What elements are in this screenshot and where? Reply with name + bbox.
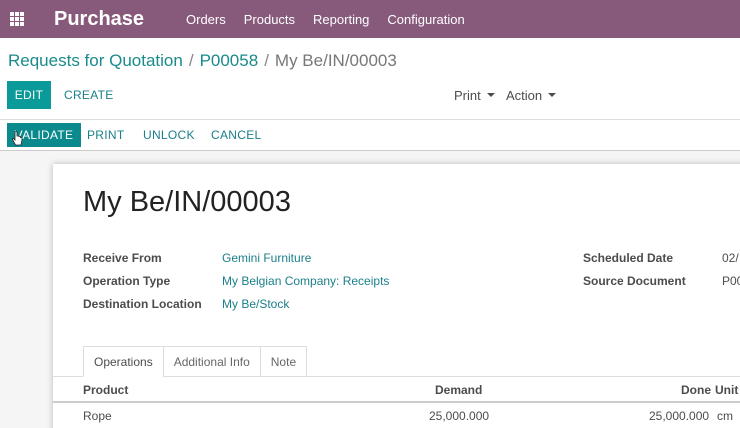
document-title: My Be/IN/00003	[83, 186, 291, 218]
column-header-unit[interactable]: Unit	[715, 383, 738, 397]
breadcrumb-po-link[interactable]: P00058	[200, 51, 259, 71]
breadcrumb-separator: /	[188, 51, 194, 70]
column-header-done[interactable]: Done	[681, 383, 711, 397]
control-panel: Requests for Quotation / P00058 / My Be/…	[0, 38, 740, 120]
cell-done: 25,000.000	[649, 409, 710, 423]
column-header-demand[interactable]: Demand	[435, 383, 482, 397]
column-header-product[interactable]: Product	[83, 383, 128, 397]
cell-unit: cm	[717, 409, 733, 423]
print-button[interactable]: PRINT	[87, 123, 125, 147]
caret-down-icon	[486, 93, 495, 97]
destination-location-field[interactable]: My Be/Stock	[222, 297, 289, 311]
breadcrumb: Requests for Quotation / P00058 / My Be/…	[8, 51, 397, 71]
menu-item-products[interactable]: Products	[244, 12, 295, 27]
scheduled-date-label: Scheduled Date	[583, 251, 674, 265]
main-menu: Orders Products Reporting Configuration	[186, 12, 483, 27]
form-sheet: My Be/IN/00003 Receive From Gemini Furni…	[53, 164, 740, 428]
cell-product: Rope	[83, 409, 112, 423]
action-dropdown-label: Action	[506, 87, 543, 103]
tab-operations[interactable]: Operations	[83, 346, 164, 377]
print-dropdown-label: Print	[454, 87, 481, 103]
breadcrumb-rfq-link[interactable]: Requests for Quotation	[8, 51, 183, 71]
receive-from-field[interactable]: Gemini Furniture	[222, 251, 311, 265]
operation-type-field[interactable]: My Belgian Company: Receipts	[222, 274, 389, 288]
top-navbar: Purchase Orders Products Reporting Confi…	[0, 0, 740, 38]
menu-item-configuration[interactable]: Configuration	[387, 12, 464, 27]
destination-location-label: Destination Location	[83, 297, 202, 311]
tab-note[interactable]: Note	[259, 346, 308, 377]
operations-table-header: Product Demand Done Unit	[53, 377, 740, 403]
notebook-tabs: Operations Additional Info Note	[83, 346, 308, 377]
caret-down-icon	[548, 93, 557, 97]
operation-type-label: Operation Type	[83, 274, 171, 288]
menu-item-orders[interactable]: Orders	[186, 12, 226, 27]
table-row[interactable]: Rope 25,000.000 25,000.000 cm	[53, 403, 740, 428]
scheduled-date-field[interactable]: 02/	[722, 251, 739, 265]
print-dropdown[interactable]: Print	[454, 81, 495, 109]
cell-demand: 25,000.000	[429, 409, 490, 423]
breadcrumb-separator: /	[264, 51, 269, 70]
receive-from-label: Receive From	[83, 251, 162, 265]
apps-grid-icon[interactable]	[2, 0, 32, 38]
edit-button[interactable]: EDIT	[7, 81, 51, 109]
status-bar: VALIDATE PRINT UNLOCK CANCEL	[0, 120, 740, 151]
action-dropdown[interactable]: Action	[506, 81, 557, 109]
tab-additional-info[interactable]: Additional Info	[162, 346, 261, 377]
cancel-button[interactable]: CANCEL	[211, 123, 261, 147]
create-button[interactable]: CREATE	[58, 81, 120, 109]
source-document-label: Source Document	[583, 274, 686, 288]
hand-cursor-icon	[11, 131, 23, 146]
app-title: Purchase	[54, 7, 145, 30]
breadcrumb-current: My Be/IN/00003	[274, 51, 397, 70]
source-document-field[interactable]: P00	[722, 274, 740, 288]
unlock-button[interactable]: UNLOCK	[143, 123, 195, 147]
menu-item-reporting[interactable]: Reporting	[313, 12, 369, 27]
